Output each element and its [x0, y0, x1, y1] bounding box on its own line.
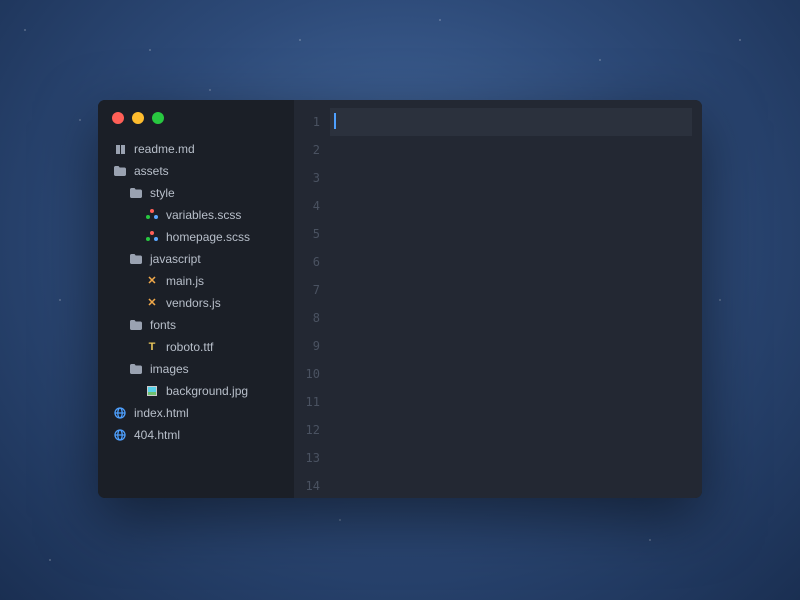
tree-item-label: style — [150, 186, 175, 200]
tree-item-label: 404.html — [134, 428, 180, 442]
tree-file[interactable]: ✕ main.js — [98, 270, 294, 292]
html-file-icon — [112, 429, 128, 441]
scss-file-icon — [144, 231, 160, 243]
tree-folder[interactable]: images — [98, 358, 294, 380]
folder-icon — [128, 188, 144, 198]
code-area[interactable] — [330, 100, 702, 498]
active-line-highlight — [330, 108, 692, 136]
tree-item-label: variables.scss — [166, 208, 241, 222]
line-number: 1 — [294, 108, 330, 136]
tree-item-label: images — [150, 362, 189, 376]
font-file-icon: T — [144, 342, 160, 353]
tree-file[interactable]: 404.html — [98, 424, 294, 446]
line-number: 2 — [294, 136, 330, 164]
close-button[interactable] — [112, 112, 124, 124]
folder-icon — [128, 320, 144, 330]
markdown-file-icon — [112, 145, 128, 154]
maximize-button[interactable] — [152, 112, 164, 124]
tree-file[interactable]: index.html — [98, 402, 294, 424]
scss-file-icon — [144, 209, 160, 221]
tree-item-label: main.js — [166, 274, 204, 288]
tree-item-label: readme.md — [134, 142, 195, 156]
tree-file[interactable]: background.jpg — [98, 380, 294, 402]
js-file-icon: ✕ — [144, 276, 160, 287]
line-number: 5 — [294, 220, 330, 248]
line-number: 3 — [294, 164, 330, 192]
tree-item-label: background.jpg — [166, 384, 248, 398]
js-file-icon: ✕ — [144, 298, 160, 309]
line-number: 10 — [294, 360, 330, 388]
line-number: 8 — [294, 304, 330, 332]
tree-item-label: index.html — [134, 406, 189, 420]
tree-folder[interactable]: javascript — [98, 248, 294, 270]
tree-file[interactable]: Troboto.ttf — [98, 336, 294, 358]
line-number-gutter: 1234567891011121314 — [294, 100, 330, 498]
tree-item-label: javascript — [150, 252, 201, 266]
tree-file[interactable]: variables.scss — [98, 204, 294, 226]
image-file-icon — [144, 386, 160, 396]
editor-pane: 1234567891011121314 — [294, 100, 702, 498]
tree-file[interactable]: readme.md — [98, 138, 294, 160]
window-controls — [98, 112, 294, 138]
folder-icon — [112, 166, 128, 176]
line-number: 6 — [294, 248, 330, 276]
line-number: 14 — [294, 472, 330, 498]
tree-folder[interactable]: style — [98, 182, 294, 204]
tree-item-label: fonts — [150, 318, 176, 332]
line-number: 9 — [294, 332, 330, 360]
minimize-button[interactable] — [132, 112, 144, 124]
folder-icon — [128, 254, 144, 264]
line-number: 12 — [294, 416, 330, 444]
tree-item-label: roboto.ttf — [166, 340, 213, 354]
line-number: 7 — [294, 276, 330, 304]
desktop-wallpaper: readme.md assets style variables.scss homepa… — [0, 0, 800, 600]
tree-file[interactable]: ✕ vendors.js — [98, 292, 294, 314]
line-number: 11 — [294, 388, 330, 416]
line-number: 4 — [294, 192, 330, 220]
editor-window: readme.md assets style variables.scss homepa… — [98, 100, 702, 498]
tree-file[interactable]: homepage.scss — [98, 226, 294, 248]
text-cursor — [334, 113, 336, 129]
tree-folder[interactable]: fonts — [98, 314, 294, 336]
tree-item-label: homepage.scss — [166, 230, 250, 244]
sidebar: readme.md assets style variables.scss homepa… — [98, 100, 294, 498]
folder-icon — [128, 364, 144, 374]
line-number: 13 — [294, 444, 330, 472]
html-file-icon — [112, 407, 128, 419]
file-tree: readme.md assets style variables.scss homepa… — [98, 138, 294, 446]
tree-item-label: vendors.js — [166, 296, 221, 310]
tree-folder[interactable]: assets — [98, 160, 294, 182]
tree-item-label: assets — [134, 164, 169, 178]
